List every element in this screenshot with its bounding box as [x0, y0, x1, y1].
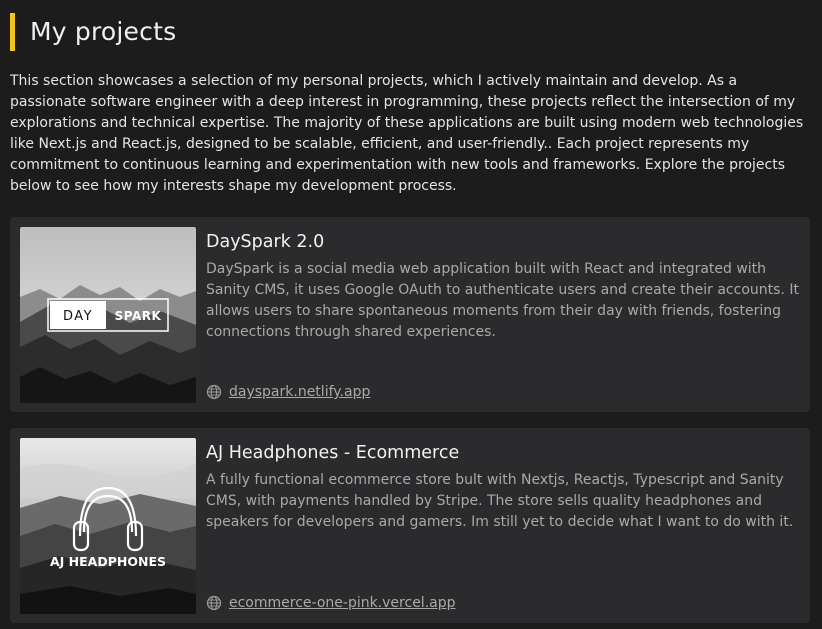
- project-link-row: dayspark.netlify.app: [206, 382, 370, 402]
- project-card-dayspark: DAY SPARK DaySpark 2.0 DaySpark is a soc…: [10, 217, 810, 412]
- project-link-ecommerce[interactable]: ecommerce-one-pink.vercel.app: [229, 595, 456, 611]
- title-accent-bar: [10, 13, 15, 51]
- project-description: DaySpark is a social media web applicati…: [206, 261, 799, 340]
- project-title: DaySpark 2.0: [206, 232, 325, 252]
- globe-icon: [206, 384, 222, 400]
- dayspark-logo-image: DAY SPARK: [20, 227, 196, 403]
- project-thumbnail-aj-headphones: AJ HEADPHONES: [20, 438, 196, 614]
- project-link-dayspark[interactable]: dayspark.netlify.app: [229, 384, 370, 400]
- projects-section: My projects This section showcases a sel…: [0, 0, 822, 629]
- logo-text-aj-headphones: AJ HEADPHONES: [50, 554, 166, 569]
- project-description: A fully functional ecommerce store bult …: [206, 472, 794, 530]
- project-thumbnail-dayspark: DAY SPARK: [20, 227, 196, 403]
- project-link-row: ecommerce-one-pink.vercel.app: [206, 593, 456, 613]
- intro-paragraph: This section showcases a selection of my…: [10, 73, 804, 194]
- project-card-aj-headphones: AJ HEADPHONES AJ Headphones - Ecommerce …: [10, 428, 810, 623]
- logo-text-spark: SPARK: [115, 309, 162, 323]
- logo-text-day: DAY: [63, 309, 93, 324]
- globe-icon: [206, 595, 222, 611]
- page-title: My projects: [30, 17, 177, 46]
- aj-headphones-logo-image: AJ HEADPHONES: [20, 438, 196, 614]
- project-title: AJ Headphones - Ecommerce: [206, 443, 460, 463]
